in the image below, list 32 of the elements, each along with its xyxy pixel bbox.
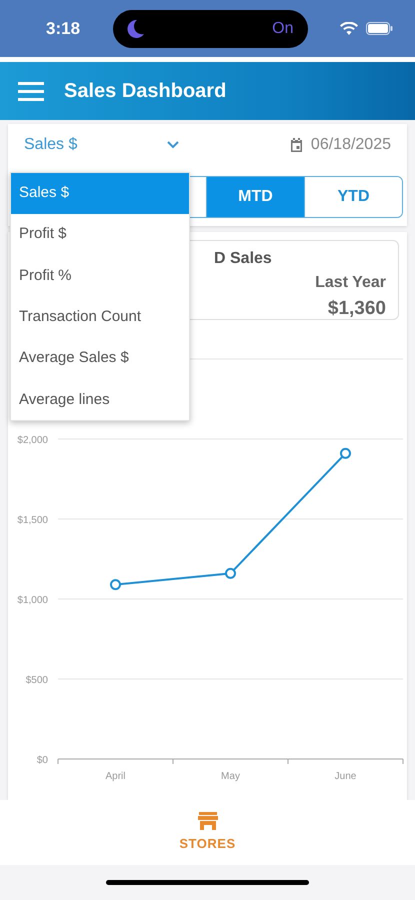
data-point[interactable] (110, 579, 121, 590)
menu-icon[interactable] (18, 81, 44, 101)
battery-icon (366, 22, 393, 35)
x-axis-label: April (106, 771, 126, 782)
comparison-label: Last Year (314, 273, 386, 293)
nav-label: STORES (179, 834, 236, 853)
wifi-icon (340, 22, 358, 35)
calendar-icon (290, 138, 303, 152)
menu-item[interactable]: Profit $ (11, 214, 189, 256)
x-axis-label: May (221, 771, 240, 782)
summary-title: D Sales (214, 249, 273, 269)
moon-icon (126, 18, 145, 38)
data-point[interactable] (225, 568, 236, 579)
date-label: 06/18/2025 (310, 134, 391, 154)
period-tab[interactable]: YTD (304, 177, 402, 217)
chevron-down-icon (167, 140, 179, 148)
menu-item[interactable]: Profit % (11, 255, 189, 297)
menu-item[interactable]: Average Sales $ (11, 338, 189, 380)
y-axis-label: $500 (26, 675, 48, 686)
menu-item[interactable]: Average lines (11, 379, 189, 420)
y-axis-label: $1,500 (17, 515, 48, 526)
y-axis-label: $2,000 (17, 435, 48, 446)
comparison-value: $1,360 (326, 297, 386, 321)
data-point[interactable] (340, 448, 351, 459)
page-title: Sales Dashboard (64, 79, 226, 104)
focus-status: On (272, 18, 294, 38)
x-axis-label: June (334, 771, 356, 782)
y-axis-label: $1,000 (17, 595, 48, 606)
status-time: 3:18 (46, 18, 80, 40)
store-icon (198, 812, 218, 830)
menu-item[interactable]: Transaction Count (11, 296, 189, 338)
y-axis-label: $0 (36, 755, 48, 766)
